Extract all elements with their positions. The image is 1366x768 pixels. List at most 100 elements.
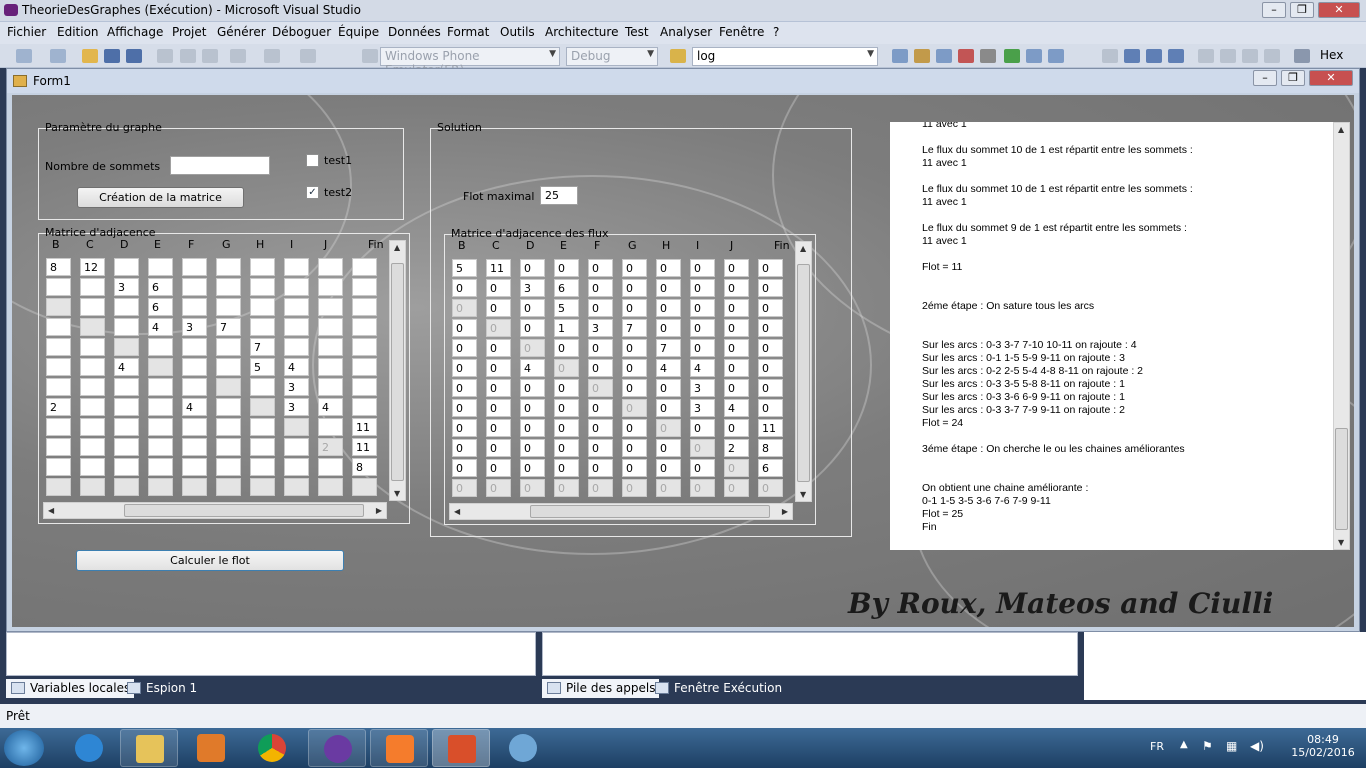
flux-cell[interactable]: 0 [690,479,715,497]
flux-cell[interactable]: 0 [554,459,579,477]
form-minimize-button[interactable]: – [1253,70,1277,86]
flux-cell[interactable]: 0 [622,259,647,277]
flux-cell[interactable]: 1 [554,319,579,337]
adj-cell[interactable] [46,478,71,496]
flux-cell[interactable]: 0 [588,259,613,277]
flux-cell[interactable]: 0 [724,379,749,397]
adj-cell[interactable] [318,458,343,476]
watch-icon[interactable] [1294,49,1310,63]
adj-cell[interactable] [114,458,139,476]
adj-cell[interactable] [352,398,377,416]
step-over-icon[interactable] [1242,49,1258,63]
adj-cell[interactable] [352,338,377,356]
adj-cell[interactable] [250,378,275,396]
adj-cell[interactable] [216,438,241,456]
flux-cell[interactable]: 3 [520,279,545,297]
adj-cell[interactable] [182,418,207,436]
flux-cell[interactable]: 6 [758,459,783,477]
adj-cell[interactable]: 4 [318,398,343,416]
adj-cell[interactable] [216,398,241,416]
flux-cell[interactable]: 11 [486,259,511,277]
adj-cell[interactable] [182,258,207,276]
flux-cell[interactable]: 0 [554,359,579,377]
adj-cell[interactable]: 8 [352,458,377,476]
adj-cell[interactable] [284,258,309,276]
adj-cell[interactable]: 3 [284,378,309,396]
adjacency-hscroll[interactable]: ◀ ▶ [43,502,387,519]
flux-cell[interactable]: 0 [622,379,647,397]
adj-cell[interactable] [114,258,139,276]
media-player-taskbar-icon[interactable] [182,729,240,767]
flux-cell[interactable]: 0 [452,399,477,417]
restart-icon[interactable] [1168,49,1184,63]
flux-cell[interactable]: 0 [758,399,783,417]
adj-cell[interactable] [148,418,173,436]
flux-cell[interactable]: 0 [486,359,511,377]
flux-cell[interactable]: 0 [588,459,613,477]
adj-cell[interactable] [182,358,207,376]
flux-cell[interactable]: 2 [724,439,749,457]
flux-cell[interactable]: 0 [520,379,545,397]
adj-cell[interactable]: 4 [284,358,309,376]
toolbar-tool-icon[interactable] [958,49,974,63]
flux-cell[interactable]: 0 [622,439,647,457]
adj-cell[interactable] [46,418,71,436]
flux-cell[interactable]: 4 [520,359,545,377]
flux-cell[interactable]: 3 [588,319,613,337]
flux-cell[interactable]: 0 [758,279,783,297]
flux-cell[interactable]: 0 [452,379,477,397]
form-maximize-button[interactable]: ❐ [1281,70,1305,86]
adj-cell[interactable] [216,358,241,376]
adj-cell[interactable] [250,278,275,296]
adj-cell[interactable] [216,258,241,276]
flux-cell[interactable]: 0 [758,479,783,497]
adj-cell[interactable] [114,298,139,316]
adj-cell[interactable]: 2 [46,398,71,416]
flux-cell[interactable]: 0 [588,379,613,397]
add-item-icon[interactable] [50,49,66,63]
flux-cell[interactable]: 4 [690,359,715,377]
minimize-button[interactable]: – [1262,2,1286,18]
adj-cell[interactable]: 3 [284,398,309,416]
menu-architecture[interactable]: Architecture [545,25,618,39]
pause-icon[interactable] [1124,49,1140,63]
adj-cell[interactable] [318,478,343,496]
flux-cell[interactable]: 0 [588,399,613,417]
adj-cell[interactable] [352,318,377,336]
adj-cell[interactable] [148,338,173,356]
flux-cell[interactable]: 0 [622,299,647,317]
adj-cell[interactable] [148,398,173,416]
volume-icon[interactable]: ◀) [1250,739,1264,753]
adj-cell[interactable] [216,478,241,496]
flux-cell[interactable]: 0 [622,279,647,297]
tab-fenetre-execution[interactable]: Fenêtre Exécution [650,679,786,698]
toolbar-tool-icon[interactable] [1004,49,1020,63]
flux-cell[interactable]: 3 [690,399,715,417]
office-taskbar-icon[interactable] [432,729,490,767]
scroll-thumb[interactable] [1335,428,1348,530]
flux-cell[interactable]: 0 [520,259,545,277]
adj-cell[interactable] [284,298,309,316]
adj-cell[interactable] [114,418,139,436]
menu-fenetre[interactable]: Fenêtre [719,25,764,39]
flux-cell[interactable]: 0 [690,459,715,477]
ie-taskbar-icon[interactable] [60,729,118,767]
adj-cell[interactable] [46,278,71,296]
adjacency-vscroll[interactable]: ▲ ▼ [389,240,406,501]
sommets-input[interactable] [170,156,270,175]
flux-cell[interactable]: 0 [758,299,783,317]
flux-cell[interactable]: 6 [554,279,579,297]
adj-cell[interactable] [114,378,139,396]
adj-cell[interactable] [182,478,207,496]
flux-cell[interactable]: 0 [588,279,613,297]
adj-cell[interactable] [352,358,377,376]
adj-cell[interactable] [284,438,309,456]
toolbar-tool-icon[interactable] [914,49,930,63]
adj-cell[interactable] [318,358,343,376]
menu-help[interactable]: ? [773,25,779,39]
find-combo[interactable]: log ▼ [692,47,878,66]
flux-cell[interactable]: 0 [588,479,613,497]
menu-deboguer[interactable]: Déboguer [272,25,331,39]
flux-cell[interactable]: 0 [486,299,511,317]
new-project-icon[interactable] [16,49,32,63]
